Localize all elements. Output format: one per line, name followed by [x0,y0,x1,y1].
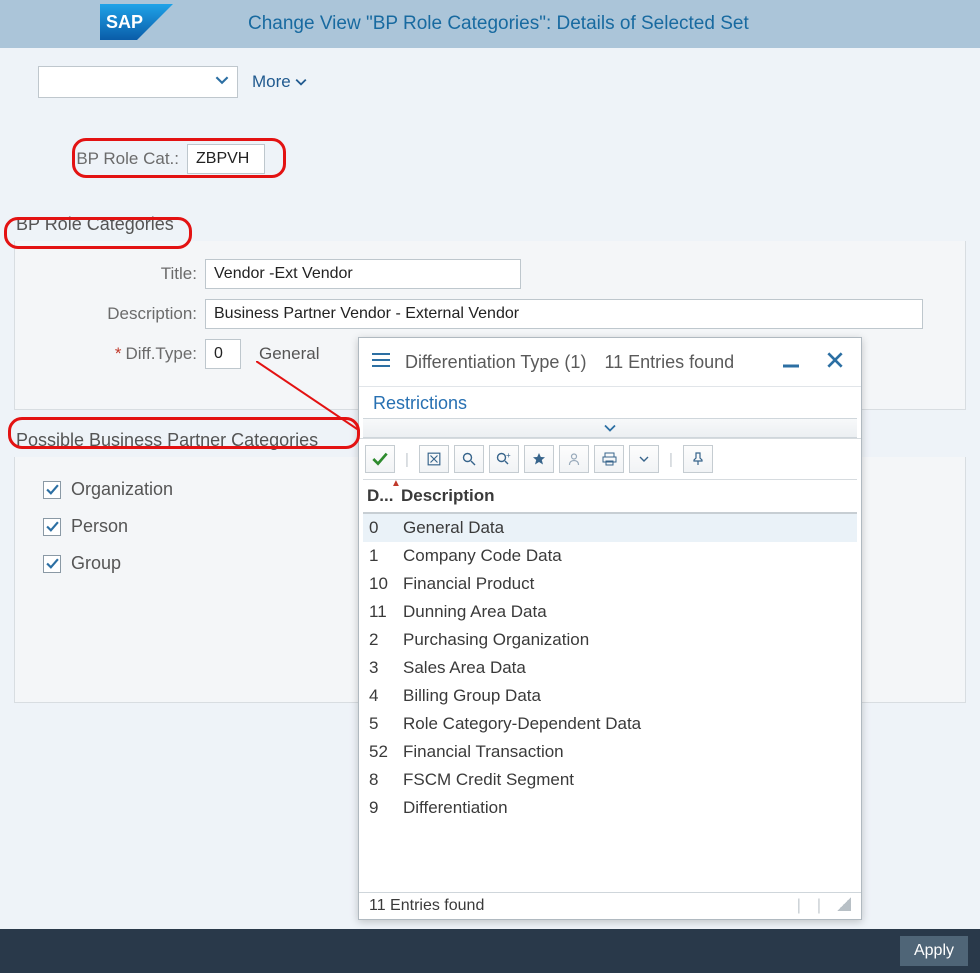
footer-divider: | [797,897,801,915]
organization-checkbox[interactable] [43,481,61,499]
description-label: Description: [15,304,205,324]
table-row[interactable]: 3Sales Area Data [363,654,857,682]
close-icon[interactable] [821,349,849,376]
cell-desc: Dunning Area Data [397,598,857,626]
sap-logo: SAP [100,4,173,44]
cell-desc: Purchasing Organization [397,626,857,654]
footer-divider: | [817,897,821,915]
table-row[interactable]: 5Role Category-Dependent Data [363,710,857,738]
table-row[interactable]: 2Purchasing Organization [363,626,857,654]
cell-desc: General Data [397,514,857,542]
hamburger-icon[interactable] [371,352,391,372]
cell-d: 8 [363,766,397,794]
separator: | [664,445,678,473]
accept-button[interactable] [365,445,395,473]
description-input[interactable] [205,299,923,329]
personal-list-button[interactable] [559,445,589,473]
cell-desc: Financial Product [397,570,857,598]
section-role-categories: BP Role Categories [14,208,966,241]
table-row[interactable]: 4Billing Group Data [363,682,857,710]
sort-asc-icon: ▲ [391,479,401,489]
cell-d: 11 [363,598,397,626]
cell-desc: Company Code Data [397,542,857,570]
find-button[interactable] [454,445,484,473]
chevron-down-icon [215,73,229,92]
print-button[interactable] [594,445,624,473]
cell-desc: FSCM Credit Segment [397,766,857,794]
cell-d: 3 [363,654,397,682]
cell-desc: Sales Area Data [397,654,857,682]
group-checkbox[interactable] [43,555,61,573]
table-row[interactable]: 11Dunning Area Data [363,598,857,626]
print-menu[interactable] [629,445,659,473]
svg-text:+: + [506,452,511,460]
more-menu[interactable]: More [252,72,307,92]
cell-d: 10 [363,570,397,598]
organization-label: Organization [71,479,173,500]
cell-desc: Financial Transaction [397,738,857,766]
diff-type-input[interactable] [205,339,241,369]
bp-role-cat-input[interactable] [187,144,265,174]
cell-d: 0 [363,514,397,542]
group-label: Group [71,553,121,574]
cell-desc: Role Category-Dependent Data [397,710,857,738]
cell-d: 4 [363,682,397,710]
table-row[interactable]: 52Financial Transaction [363,738,857,766]
bp-role-cat-label: BP Role Cat.: [69,149,187,169]
svg-text:SAP: SAP [106,12,143,32]
deselect-button[interactable] [419,445,449,473]
cell-d: 9 [363,794,397,822]
footer-count: 11 Entries found [369,897,484,915]
apply-button[interactable]: Apply [900,936,968,966]
title-label: Title: [15,264,205,284]
table-row[interactable]: 0General Data [363,514,857,542]
diff-type-label: *Diff.Type: [15,344,205,364]
dialog-title: Differentiation Type (1) [405,352,586,373]
pin-button[interactable] [683,445,713,473]
person-checkbox[interactable] [43,518,61,536]
transaction-select[interactable] [38,66,238,98]
chevron-down-icon [295,76,307,88]
table-row[interactable]: 1Company Code Data [363,542,857,570]
col-d-header[interactable]: D...▲ [363,480,397,512]
page-title: Change View "BP Role Categories": Detail… [173,13,980,35]
collapse-toggle[interactable] [363,418,857,438]
favorite-button[interactable] [524,445,554,473]
table-row[interactable]: 9Differentiation [363,794,857,822]
separator: | [400,445,414,473]
col-desc-header[interactable]: Description [397,480,857,512]
cell-d: 52 [363,738,397,766]
cell-d: 5 [363,710,397,738]
dialog-count: 11 Entries found [604,352,734,373]
find-next-button[interactable]: + [489,445,519,473]
more-label: More [252,72,291,92]
minimize-icon[interactable] [775,349,807,376]
title-input[interactable] [205,259,521,289]
table-row[interactable]: 8FSCM Credit Segment [363,766,857,794]
cell-desc: Billing Group Data [397,682,857,710]
diff-type-text: General [259,344,319,364]
cell-d: 1 [363,542,397,570]
cell-d: 2 [363,626,397,654]
value-help-dialog: Differentiation Type (1) 11 Entries foun… [358,337,862,920]
person-label: Person [71,516,128,537]
restrictions-link[interactable]: Restrictions [359,386,861,418]
table-row[interactable]: 10Financial Product [363,570,857,598]
cell-desc: Differentiation [397,794,857,822]
resize-grip-icon[interactable] [837,897,851,911]
